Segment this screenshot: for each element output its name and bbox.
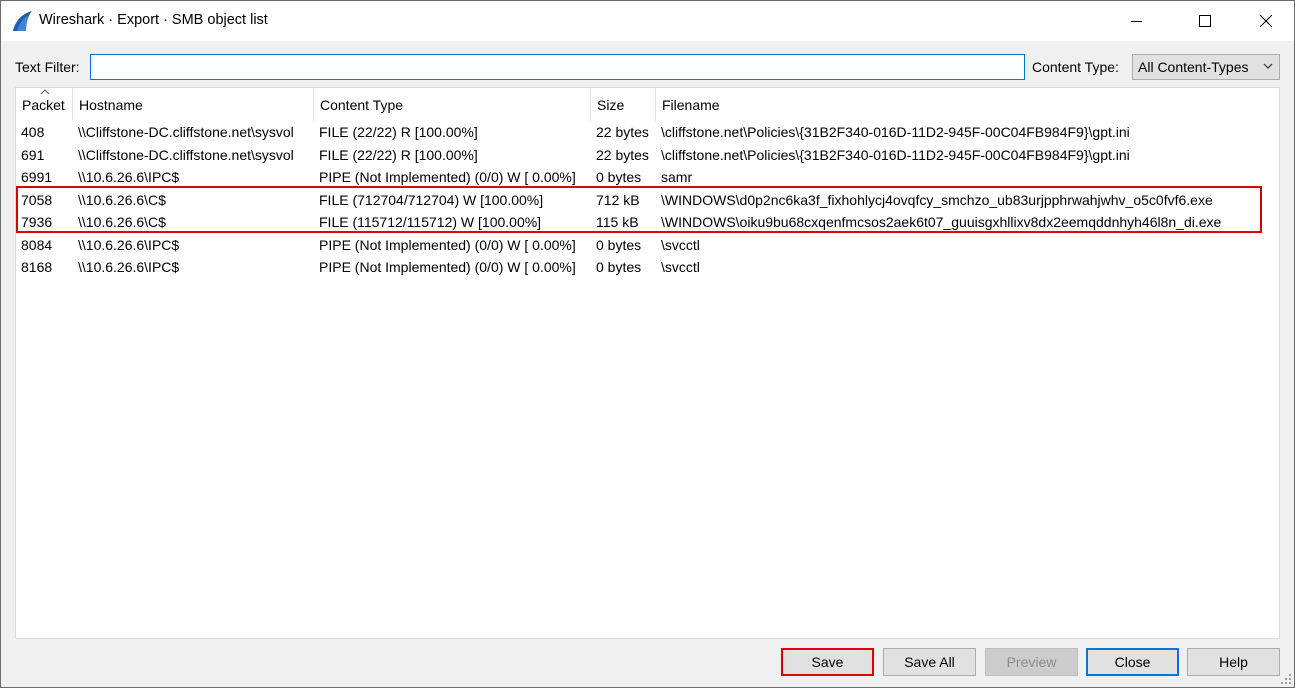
close-button[interactable]: Close — [1086, 648, 1179, 676]
maximize-button[interactable] — [1182, 1, 1228, 41]
table-row[interactable]: 7936 \\10.6.26.6\C$ FILE (115712/115712) W… — [16, 211, 1279, 234]
table-header: Packet Hostname Content Type Size Filena… — [16, 88, 1279, 121]
cell-size: 22 bytes — [596, 124, 649, 140]
preview-button[interactable]: Preview — [985, 648, 1078, 676]
cell-hostname: \\10.6.26.6\C$ — [78, 214, 166, 230]
cell-hostname: \\10.6.26.6\IPC$ — [78, 259, 180, 275]
cell-packet: 8084 — [21, 236, 53, 253]
wireshark-fin-icon — [13, 11, 32, 31]
cell-filename: \svcctl — [661, 259, 700, 275]
table-row[interactable]: 7058 \\10.6.26.6\C$ FILE (712704/712704) W… — [16, 189, 1279, 212]
table-row[interactable]: 691 \\Cliffstone-DC.cliffstone.net\sysvol… — [16, 144, 1279, 167]
vertical-scrollbar[interactable] — [1262, 88, 1279, 638]
chevron-down-icon — [1263, 63, 1273, 69]
cell-packet: 6991 — [21, 169, 53, 185]
help-button[interactable]: Help — [1187, 648, 1280, 676]
save-all-button[interactable]: Save All — [883, 648, 976, 676]
cell-content-type: FILE (115712/115712) W [100.00%] — [319, 214, 542, 230]
cell-filename: \WINDOWS\oiku9bu68cxqenfmcsos2aek6t07_gu… — [661, 214, 1222, 230]
window-title: Wireshark · Export · SMB object list — [39, 12, 268, 28]
filter-row: Text Filter: Content Type: All Content-T… — [1, 41, 1294, 87]
cell-content-type: FILE (22/22) R [100.00%] — [319, 124, 478, 140]
column-header-packet[interactable]: Packet — [16, 88, 73, 121]
cell-packet: 7058 — [21, 191, 53, 208]
column-header-size[interactable]: Size — [591, 88, 656, 121]
text-filter-input[interactable] — [90, 54, 1025, 80]
cell-size: 115 kB — [596, 214, 639, 230]
cell-hostname: \\10.6.26.6\C$ — [78, 191, 166, 208]
column-header-content-type[interactable]: Content Type — [314, 88, 591, 121]
minimize-icon — [1131, 21, 1142, 22]
cell-packet: 691 — [21, 146, 45, 163]
content-type-label: Content Type: — [1032, 59, 1119, 75]
column-header-filename[interactable]: Filename — [656, 88, 1264, 121]
save-button[interactable]: Save — [781, 648, 874, 676]
cell-filename: \cliffstone.net\Policies\{31B2F340-016D-… — [661, 146, 1130, 163]
table-row[interactable]: 408 \\Cliffstone-DC.cliffstone.net\sysvol… — [16, 121, 1279, 144]
cell-packet: 8168 — [21, 259, 53, 275]
text-filter-label: Text Filter: — [15, 59, 80, 75]
smb-object-table[interactable]: Packet Hostname Content Type Size Filena… — [15, 87, 1280, 639]
table-row[interactable]: 6991 \\10.6.26.6\IPC$ PIPE (Not Implemente… — [16, 166, 1279, 189]
export-smb-dialog: Wireshark · Export · SMB object list Tex… — [0, 0, 1295, 688]
cell-hostname: \\Cliffstone-DC.cliffstone.net\sysvol — [78, 146, 294, 163]
cell-size: 0 bytes — [596, 169, 642, 185]
maximize-icon — [1199, 15, 1211, 27]
cell-size: 0 bytes — [596, 259, 642, 275]
cell-filename: samr — [661, 169, 693, 185]
minimize-button[interactable] — [1114, 1, 1160, 41]
content-type-select[interactable]: All Content-Types — [1132, 54, 1280, 80]
cell-content-type: PIPE (Not Implemented) (0/0) W [ 0.00%] — [319, 259, 576, 275]
column-header-hostname[interactable]: Hostname — [73, 88, 314, 121]
cell-size: 712 kB — [596, 191, 640, 208]
cell-hostname: \\10.6.26.6\IPC$ — [78, 169, 180, 185]
cell-hostname: \\Cliffstone-DC.cliffstone.net\sysvol — [78, 124, 294, 140]
cell-content-type: FILE (22/22) R [100.00%] — [319, 146, 478, 163]
title-bar: Wireshark · Export · SMB object list — [1, 1, 1294, 41]
cell-packet: 408 — [21, 124, 45, 140]
cell-filename: \svcctl — [661, 236, 700, 253]
cell-hostname: \\10.6.26.6\IPC$ — [78, 236, 180, 253]
resize-grip-icon[interactable] — [1280, 673, 1292, 685]
cell-filename: \WINDOWS\d0p2nc6ka3f_fixhohlycj4ovqfcy_s… — [661, 191, 1213, 208]
table-row[interactable]: 8168 \\10.6.26.6\IPC$ PIPE (Not Implemente… — [16, 256, 1279, 279]
close-window-button[interactable] — [1243, 1, 1289, 41]
cell-filename: \cliffstone.net\Policies\{31B2F340-016D-… — [661, 124, 1130, 140]
cell-content-type: PIPE (Not Implemented) (0/0) W [ 0.00%] — [319, 236, 576, 253]
close-icon — [1260, 15, 1272, 27]
cell-content-type: PIPE (Not Implemented) (0/0) W [ 0.00%] — [319, 169, 576, 185]
content-type-value: All Content-Types — [1138, 59, 1249, 75]
table-row[interactable]: 8084 \\10.6.26.6\IPC$ PIPE (Not Implemente… — [16, 234, 1279, 257]
cell-content-type: FILE (712704/712704) W [100.00%] — [319, 191, 544, 208]
cell-size: 22 bytes — [596, 146, 649, 163]
cell-size: 0 bytes — [596, 236, 642, 253]
cell-packet: 7936 — [21, 214, 53, 230]
